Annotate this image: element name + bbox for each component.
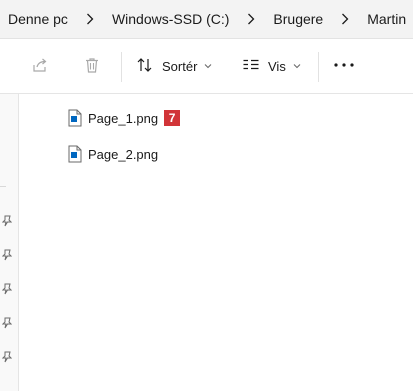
- pin-icon[interactable]: [0, 282, 14, 296]
- view-list-icon: [242, 56, 260, 77]
- pin-icon[interactable]: [0, 248, 14, 262]
- chevron-down-icon: [204, 63, 212, 69]
- sort-label: Sortér: [162, 58, 198, 74]
- image-file-icon: [68, 109, 82, 127]
- toolbar-divider: [318, 52, 319, 82]
- command-bar: Sortér Vis: [0, 39, 413, 94]
- navigation-pane: [0, 94, 19, 391]
- share-button[interactable]: [31, 51, 49, 81]
- toolbar-divider: [121, 52, 122, 82]
- file-explorer-window: Denne pc Windows-SSD (C:) Brugere Martin: [0, 0, 413, 391]
- sort-button[interactable]: Sortér: [136, 51, 212, 81]
- share-icon: [31, 56, 49, 77]
- pin-icon[interactable]: [0, 214, 14, 228]
- more-options-button[interactable]: [333, 51, 355, 81]
- view-label: Vis: [268, 58, 286, 74]
- breadcrumb-item-windows-ssd[interactable]: Windows-SSD (C:): [112, 0, 229, 39]
- chevron-right-icon[interactable]: [82, 13, 98, 25]
- delete-button[interactable]: [83, 51, 101, 81]
- chevron-down-icon: [293, 63, 301, 69]
- pin-icon[interactable]: [0, 316, 14, 330]
- file-item-page-1[interactable]: Page_1.png 7: [68, 107, 181, 129]
- pin-icon[interactable]: [0, 350, 14, 364]
- image-file-icon: [68, 145, 82, 163]
- breadcrumb-item-this-pc[interactable]: Denne pc: [8, 0, 68, 39]
- file-name: Page_1.png: [88, 110, 159, 126]
- nav-divider: [0, 186, 6, 187]
- annotation-badge: 7: [164, 110, 181, 126]
- sort-icon: [136, 56, 154, 77]
- more-icon: [333, 56, 355, 77]
- breadcrumb: Denne pc Windows-SSD (C:) Brugere Martin: [0, 0, 413, 39]
- file-item-page-2[interactable]: Page_2.png: [68, 143, 158, 165]
- file-list: Page_1.png 7 Page_2.png: [19, 94, 413, 391]
- breadcrumb-item-brugere[interactable]: Brugere: [273, 0, 323, 39]
- chevron-right-icon[interactable]: [337, 13, 353, 25]
- trash-icon: [83, 56, 101, 77]
- chevron-right-icon[interactable]: [243, 13, 259, 25]
- breadcrumb-item-martin[interactable]: Martin: [367, 0, 406, 39]
- view-button[interactable]: Vis: [242, 51, 301, 81]
- file-name: Page_2.png: [88, 146, 159, 162]
